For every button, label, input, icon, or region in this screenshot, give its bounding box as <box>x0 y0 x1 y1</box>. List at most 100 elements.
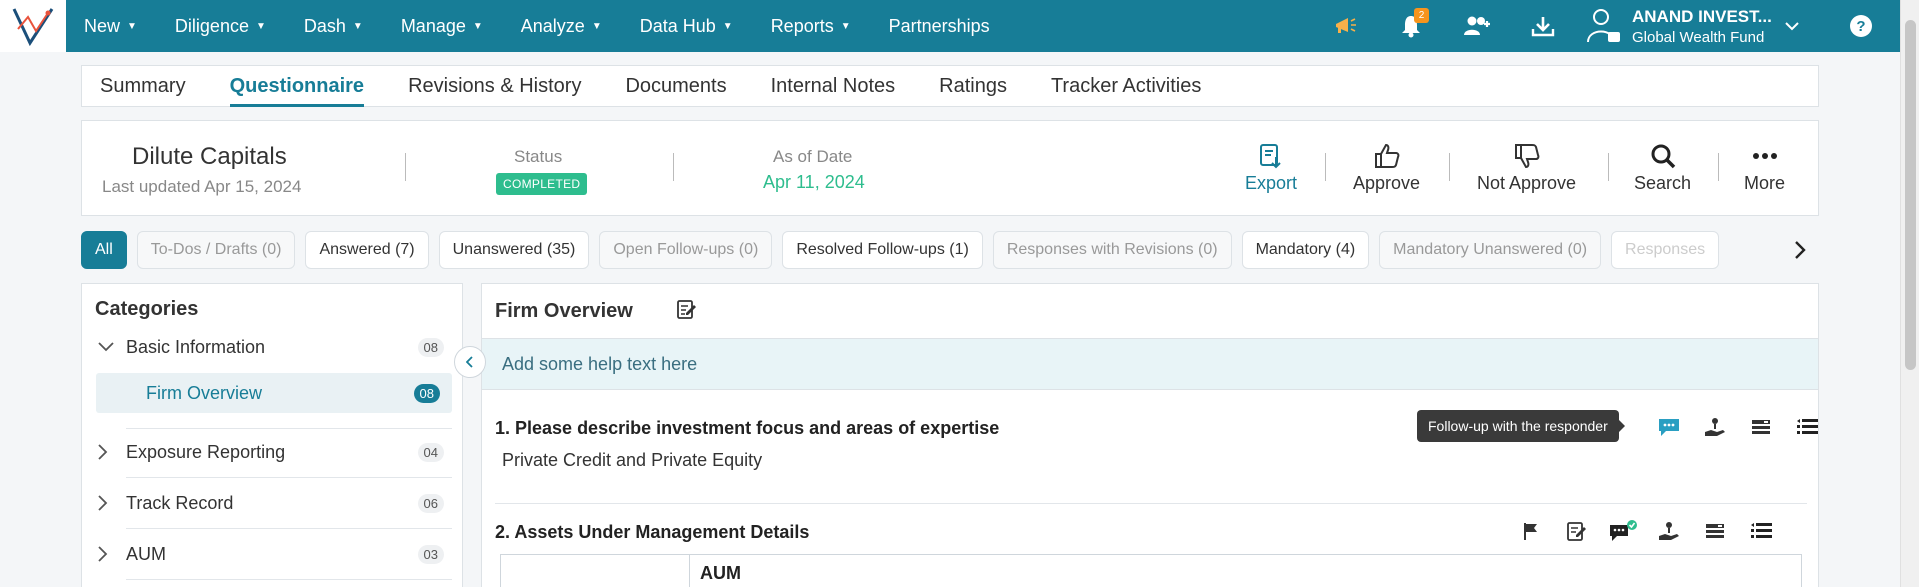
category-track-record[interactable]: Track Record 06 <box>82 485 464 521</box>
layers-icon[interactable] <box>1692 518 1738 544</box>
filter-chip[interactable]: Responses with Revisions (0) <box>992 231 1232 269</box>
export-label: Export <box>1245 173 1298 193</box>
filter-chip[interactable]: Mandatory Unanswered (0) <box>1379 231 1602 269</box>
nav-item-partnerships[interactable]: Partnerships <box>889 16 990 37</box>
chevron-right-icon <box>98 546 108 562</box>
chevron-right-icon <box>98 444 108 460</box>
category-firm-overview[interactable]: Firm Overview 08 <box>96 373 452 413</box>
collapse-sidebar-button[interactable] <box>454 346 486 378</box>
divider <box>126 528 452 529</box>
divider <box>1718 153 1719 181</box>
caret-down-icon: ▼ <box>722 20 733 32</box>
divider <box>1608 153 1609 181</box>
nav-item-diligence[interactable]: Diligence ▼ <box>175 16 266 37</box>
resolved-follow-up-icon[interactable] <box>1600 518 1646 544</box>
categories-panel: Categories Basic Information 08 Firm Ove… <box>81 283 463 587</box>
category-count: 08 <box>413 383 440 403</box>
filter-chip[interactable]: All <box>81 231 127 269</box>
filter-chip[interactable]: To-Dos / Drafts (0) <box>136 231 296 269</box>
status-badge: COMPLETED <box>496 173 588 195</box>
edit-notes-icon[interactable] <box>1554 518 1600 544</box>
category-basic-information[interactable]: Basic Information 08 <box>82 329 464 365</box>
notification-bell-icon[interactable]: 2 <box>1378 0 1444 52</box>
divider <box>673 153 674 181</box>
caret-down-icon: ▼ <box>840 20 851 32</box>
more-button[interactable]: More <box>1744 139 1785 194</box>
aum-table: AUM <box>500 554 1802 587</box>
category-count: 06 <box>417 493 444 513</box>
question-actions <box>1508 518 1784 544</box>
flag-icon[interactable] <box>1508 518 1554 544</box>
questionnaire-tabs: Summary Questionnaire Revisions & History D… <box>81 65 1819 107</box>
follow-up-comment-icon[interactable] <box>1646 414 1692 440</box>
not-approve-button[interactable]: Not Approve <box>1477 139 1576 194</box>
list-icon[interactable] <box>1738 518 1784 544</box>
last-updated: Last updated Apr 15, 2024 <box>102 177 302 196</box>
chevron-down-icon <box>1785 22 1799 31</box>
more-label: More <box>1744 173 1786 193</box>
user-account-menu[interactable]: ANAND INVEST... Global Wealth Fund <box>1586 6 1836 46</box>
caret-down-icon: ▼ <box>255 20 266 32</box>
export-button[interactable]: Export <box>1245 139 1297 194</box>
nav-item-dash[interactable]: Dash ▼ <box>304 16 363 37</box>
tab-questionnaire[interactable]: Questionnaire <box>229 65 365 107</box>
caret-down-icon: ▼ <box>591 20 602 32</box>
filter-chip[interactable]: Mandatory (4) <box>1241 231 1370 269</box>
divider <box>405 153 406 181</box>
app-logo[interactable] <box>0 0 66 52</box>
question-title: 1. Please describe investment focus and … <box>495 418 1000 438</box>
tab-revisions-history[interactable]: Revisions & History <box>408 65 581 107</box>
caret-down-icon: ▼ <box>127 20 137 32</box>
thumbs-up-icon <box>1373 139 1401 173</box>
nav-item-data-hub[interactable]: Data Hub ▼ <box>640 16 733 37</box>
tab-tracker-activities[interactable]: Tracker Activities <box>1051 65 1201 107</box>
tab-documents[interactable]: Documents <box>625 65 726 107</box>
approve-button[interactable]: Approve <box>1353 139 1420 194</box>
caret-down-icon: ▼ <box>472 20 483 32</box>
caret-down-icon: ▼ <box>352 20 363 32</box>
follow-up-tooltip: Follow-up with the responder <box>1417 410 1625 442</box>
download-icon[interactable] <box>1510 0 1576 52</box>
category-aum[interactable]: AUM 03 <box>82 536 464 572</box>
list-icon[interactable] <box>1784 414 1818 440</box>
add-user-icon[interactable] <box>1444 0 1510 52</box>
assign-hand-icon[interactable] <box>1646 518 1692 544</box>
nav-item-analyze[interactable]: Analyze ▼ <box>521 16 602 37</box>
tab-internal-notes[interactable]: Internal Notes <box>771 65 896 107</box>
filter-chip[interactable]: Answered (7) <box>305 231 429 269</box>
filter-chip[interactable]: Responses <box>1611 231 1720 269</box>
nav-item-label: Analyze <box>520 15 585 36</box>
layers-icon[interactable] <box>1738 414 1784 440</box>
divider <box>1325 153 1326 181</box>
filter-chip[interactable]: Open Follow-ups (0) <box>599 231 773 269</box>
not-approve-label: Not Approve <box>1477 173 1577 193</box>
nav-item-reports[interactable]: Reports ▼ <box>771 16 851 37</box>
help-icon[interactable]: ? <box>1850 15 1872 37</box>
assign-hand-icon[interactable] <box>1692 414 1738 440</box>
response-filter-bar: All To-Dos / Drafts (0) Answered (7) Unansw… <box>81 230 1811 270</box>
filter-chip[interactable]: Unanswered (35) <box>438 231 590 269</box>
chevron-right-icon[interactable] <box>1783 232 1817 268</box>
filter-chip[interactable]: Resolved Follow-ups (1) <box>782 231 983 269</box>
megaphone-icon[interactable] <box>1312 0 1378 52</box>
tab-ratings[interactable]: Ratings <box>939 65 1007 107</box>
export-icon <box>1259 139 1283 173</box>
nav-item-new[interactable]: New ▼ <box>84 16 137 37</box>
question-actions <box>1646 414 1818 440</box>
divider <box>495 503 1807 504</box>
scrollbar-thumb[interactable] <box>1905 20 1916 370</box>
chevron-right-icon <box>98 495 108 511</box>
table-header-aum: AUM <box>700 563 741 583</box>
divider <box>126 477 452 478</box>
more-dots-icon <box>1752 139 1778 173</box>
page-scrollbar[interactable] <box>1900 0 1919 587</box>
nav-item-label: Dash <box>303 15 346 36</box>
category-label: Firm Overview <box>146 382 262 403</box>
questionnaire-panel: Firm Overview Add some help text here 1.… <box>481 283 1819 587</box>
search-button[interactable]: Search <box>1634 139 1691 194</box>
edit-notes-icon[interactable] <box>676 298 698 325</box>
nav-item-manage[interactable]: Manage ▼ <box>401 16 483 37</box>
category-exposure-reporting[interactable]: Exposure Reporting 04 <box>82 434 464 470</box>
tab-summary[interactable]: Summary <box>100 65 186 107</box>
category-label: AUM <box>126 543 166 564</box>
